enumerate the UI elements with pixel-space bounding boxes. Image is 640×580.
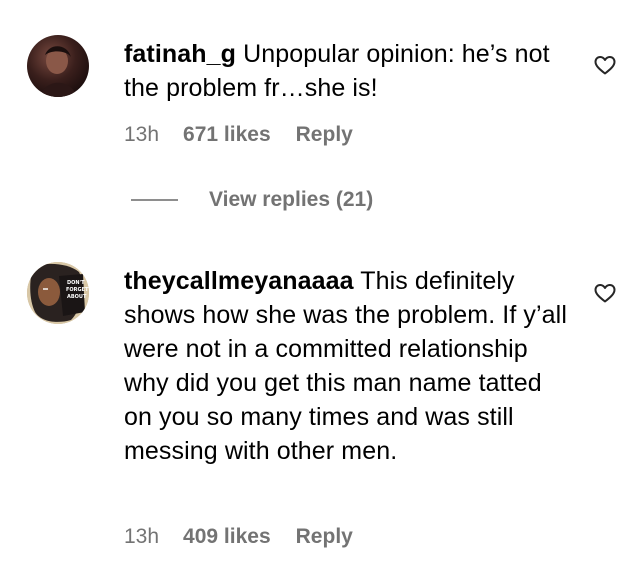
comment-body: theycallmeyanaaaa This definitely shows …	[124, 264, 569, 468]
comment-meta: 13h 671 likes Reply	[124, 123, 353, 147]
comment-meta: 13h 409 likes Reply	[124, 525, 353, 549]
reply-button[interactable]: Reply	[296, 123, 353, 147]
comment-text: This definitely shows how she was the pr…	[124, 267, 567, 465]
comment-likes[interactable]: 671 likes	[183, 123, 271, 147]
profile-photo	[27, 35, 89, 97]
replies-divider-line	[131, 199, 178, 201]
comment-username[interactable]: theycallmeyanaaaa	[124, 267, 354, 295]
svg-text:ABOUT: ABOUT	[67, 294, 87, 300]
view-replies-label: View replies (21)	[209, 188, 374, 211]
avatar[interactable]: DON'T FORGET ABOUT	[27, 262, 89, 324]
avatar[interactable]	[27, 35, 89, 97]
comment-username[interactable]: fatinah_g	[124, 40, 236, 68]
comment-time: 13h	[124, 123, 160, 146]
heart-outline-icon[interactable]	[593, 281, 617, 305]
svg-text:FORGET: FORGET	[66, 287, 89, 293]
comment-body: fatinah_g Unpopular opinion: he’s not th…	[124, 37, 564, 105]
profile-photo: DON'T FORGET ABOUT	[27, 262, 89, 324]
comment-time: 13h	[124, 525, 160, 548]
heart-outline-icon[interactable]	[593, 53, 617, 77]
view-replies-button[interactable]: View replies (21)	[131, 188, 373, 212]
svg-text:DON'T: DON'T	[67, 280, 85, 286]
reply-button[interactable]: Reply	[296, 525, 353, 549]
comment-likes[interactable]: 409 likes	[183, 525, 271, 549]
